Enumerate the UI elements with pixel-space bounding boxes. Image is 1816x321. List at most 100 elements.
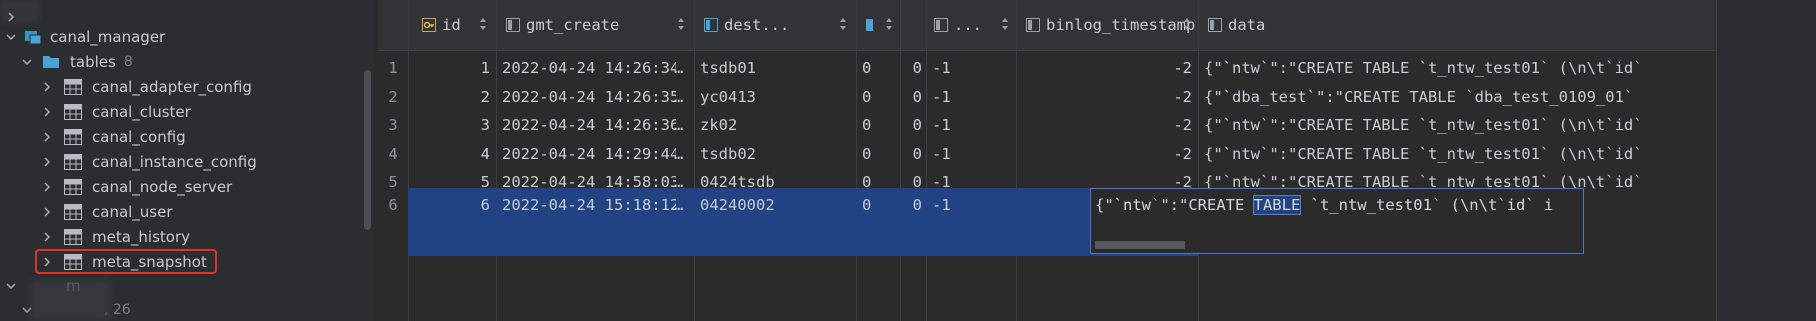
column-header-destination[interactable]: dest... [704,14,789,36]
cell-gmt-create[interactable]: 2022-04-24 15:18:12 [502,191,676,219]
column-header-gmt-create[interactable]: gmt_create [506,14,619,36]
tree-row-schema[interactable]: canal_manager [0,24,360,49]
cell-c4[interactable]: 0 [862,140,896,168]
database-explorer-tree: canal_manager tables 8 canal_adapter_con… [0,0,375,321]
cell-data[interactable]: {"`ntw`":"CREATE TABLE `t_ntw_test01` (\… [1204,111,1716,139]
cell-data[interactable]: {"`ntw`":"CREATE TABLE `t_ntw_test01` (\… [1204,54,1716,82]
cell-ellipsis[interactable]: … [674,140,690,168]
sort-icon[interactable] [1000,15,1010,33]
table-icon [64,153,82,170]
sort-icon[interactable] [838,15,848,33]
cell-data[interactable]: {"`ntw`":"CREATE TABLE `t_ntw_test01` (\… [1204,140,1716,168]
table-item-canal-node-server[interactable]: canal_node_server [0,174,360,199]
table-item-canal-user[interactable]: canal_user [0,199,360,224]
cell-destination[interactable]: yc0413 [700,83,850,111]
right-panel [1716,0,1816,321]
table-icon [64,178,82,195]
sidebar-scrollbar[interactable] [364,70,371,230]
table-row[interactable]: 1 1 2022-04-24 14:26:34… tsdb01 0 0 -1 -2 {"`ntw… [378,54,1716,82]
cell-c5[interactable]: 0 [900,54,922,82]
tree-row-tables-folder[interactable]: tables 8 [0,49,360,74]
chevron-right-icon[interactable] [40,155,54,169]
chevron-right-icon[interactable] [40,105,54,119]
table-item-meta-history[interactable]: meta_history [0,224,360,249]
cell-editor[interactable]: {"`ntw`":"CREATE TABLE `t_ntw_test01` (\… [1090,188,1584,254]
cell-c6[interactable]: -1 [932,140,1012,168]
schema-icon [24,29,42,45]
cell-gmt-create[interactable]: 2022-04-24 14:26:36 [502,111,676,139]
cell-binlog-timestamp[interactable]: -2 [1016,140,1192,168]
column-header-binlog-timestamp[interactable]: binlog_timestamp [1026,14,1195,36]
cell-c6[interactable]: -1 [932,83,1012,111]
cell-gmt-create[interactable]: 2022-04-24 14:26:34 [502,54,676,82]
cell-gmt-create[interactable]: 2022-04-24 14:29:44 [502,140,676,168]
cell-binlog-timestamp[interactable]: -2 [1016,54,1192,82]
chevron-down-icon[interactable] [4,279,18,293]
chevron-right-icon[interactable] [40,180,54,194]
cell-ellipsis[interactable]: … [674,54,690,82]
cell-c6[interactable]: -1 [932,191,1012,219]
cell-c4[interactable]: 0 [862,54,896,82]
cell-c5[interactable]: 0 [900,111,922,139]
cell-binlog-timestamp[interactable]: -2 [1016,111,1192,139]
table-row[interactable]: 4 4 2022-04-24 14:29:44… tsdb02 0 0 -1 -2 {"`ntw… [378,140,1716,168]
cell-destination[interactable]: tsdb01 [700,54,850,82]
editor-scrollbar[interactable] [1095,241,1185,249]
cell-gmt-create[interactable]: 2022-04-24 14:26:35 [502,83,676,111]
redacted-area [30,280,110,320]
cell-c4[interactable]: 0 [862,83,896,111]
column-icon [864,18,878,32]
row-number: 1 [388,59,398,77]
tables-count: 8 [123,53,133,70]
chevron-down-icon[interactable] [4,30,18,44]
cell-id[interactable]: 1 [408,54,490,82]
cell-c6[interactable]: -1 [932,111,1012,139]
chevron-right-icon[interactable] [40,230,54,244]
cell-ellipsis[interactable]: … [674,83,690,111]
cell-id[interactable]: 4 [408,140,490,168]
row-number: 3 [388,116,398,134]
cell-c5[interactable]: 0 [900,83,922,111]
table-item-canal-instance-config[interactable]: canal_instance_config [0,149,360,174]
sort-icon[interactable] [1182,15,1192,33]
chevron-right-icon[interactable] [4,10,18,24]
cell-destination[interactable]: tsdb02 [700,140,850,168]
table-item-canal-cluster[interactable]: canal_cluster [0,99,360,124]
column-header-id[interactable]: id [422,14,461,36]
sort-icon[interactable] [478,15,488,33]
cell-ellipsis[interactable]: … [674,191,690,219]
table-item-canal-adapter-config[interactable]: canal_adapter_config [0,74,360,99]
column-header-data[interactable]: data [1208,14,1265,36]
table-row[interactable]: 3 3 2022-04-24 14:26:36… zk02 0 0 -1 -2 {"`ntw`"… [378,111,1716,139]
cell-id[interactable]: 3 [408,111,490,139]
sort-icon[interactable] [884,15,894,33]
cell-c5[interactable]: 0 [900,140,922,168]
table-item-canal-config[interactable]: canal_config [0,124,360,149]
table-icon [64,103,82,120]
cell-destination[interactable]: 04240002 [700,191,850,219]
table-name: canal_node_server [92,177,233,196]
chevron-right-icon[interactable] [40,205,54,219]
column-header-c6[interactable]: ... [934,14,982,36]
column-icon [1026,18,1040,32]
chevron-down-icon[interactable] [20,55,34,69]
sort-icon[interactable] [676,15,686,33]
column-header-c4[interactable] [864,14,884,36]
cell-c4[interactable]: 0 [862,111,896,139]
table-icon [64,203,82,220]
cell-id[interactable]: 2 [408,83,490,111]
column-label: gmt_create [526,16,620,34]
cell-ellipsis[interactable]: … [674,111,690,139]
chevron-right-icon[interactable] [40,80,54,94]
cell-id[interactable]: 6 [408,191,490,219]
chevron-right-icon[interactable] [40,130,54,144]
table-row[interactable]: 2 2 2022-04-24 14:26:35… yc0413 0 0 -1 -2 {"`dba… [378,83,1716,111]
cell-binlog-timestamp[interactable]: -2 [1016,83,1192,111]
row-number: 2 [388,87,398,106]
cell-data[interactable]: {"`dba_test`":"CREATE TABLE `dba_test_01… [1204,83,1716,111]
cell-c6[interactable]: -1 [932,54,1012,82]
cell-destination[interactable]: zk02 [700,111,850,139]
cell-c4[interactable]: 0 [862,191,896,219]
column-label: ... [954,16,982,34]
cell-c5[interactable]: 0 [900,191,922,219]
